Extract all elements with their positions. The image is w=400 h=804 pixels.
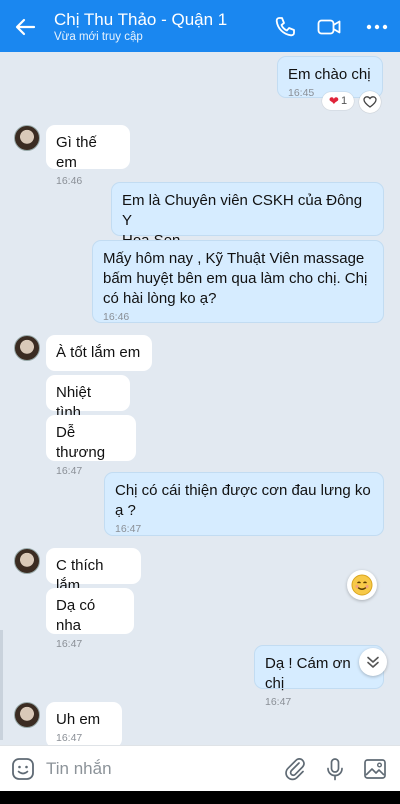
- message-time: 16:47: [56, 732, 83, 744]
- message-time: 16:47: [265, 696, 292, 708]
- message-outgoing[interactable]: Em là Chuyên viên CSKH của Đông Y Hoa Se…: [111, 182, 384, 249]
- message-outgoing[interactable]: Chị có cái thiện được cơn đau lưng ko ạ …: [104, 472, 384, 536]
- back-arrow-icon[interactable]: [10, 12, 40, 42]
- message-text: Gì thế em: [56, 134, 97, 171]
- avatar[interactable]: [14, 702, 40, 728]
- microphone-icon[interactable]: [322, 756, 348, 782]
- scrollbar[interactable]: [0, 630, 3, 740]
- system-nav-bar: [0, 791, 400, 804]
- avatar[interactable]: [14, 125, 40, 151]
- contact-name[interactable]: Chị Thu Thảo - Quận 1: [54, 10, 227, 30]
- message-time: 16:47: [115, 523, 142, 535]
- contact-status: Vừa mới truy cập: [54, 31, 143, 43]
- attachment-icon[interactable]: [282, 756, 308, 782]
- scroll-to-bottom-button[interactable]: [359, 648, 387, 676]
- sticker-icon[interactable]: [10, 756, 36, 782]
- reaction-count: 1: [340, 95, 348, 107]
- video-call-icon[interactable]: [316, 14, 342, 40]
- message-incoming[interactable]: C thích lắm: [46, 548, 141, 594]
- more-icon[interactable]: [364, 14, 390, 40]
- message-text: Uh em: [56, 711, 101, 728]
- message-outgoing[interactable]: Mấy hôm nay , Kỹ Thuật Viên massage bấm …: [92, 240, 384, 323]
- message-incoming[interactable]: Gì thế em 16:46: [46, 125, 130, 187]
- avatar[interactable]: [14, 335, 40, 361]
- message-text: Dễ thương: [56, 424, 106, 461]
- message-incoming[interactable]: Uh em 16:47: [46, 702, 122, 745]
- message-incoming[interactable]: Dạ có nha 16:47: [46, 588, 134, 650]
- heart-outline-icon: [363, 96, 377, 108]
- message-text: Chị có cái thiện được cơn đau lưng ko ạ …: [115, 482, 371, 519]
- message-text: À tốt lắm em: [56, 344, 141, 361]
- message-incoming[interactable]: À tốt lắm em: [46, 335, 152, 371]
- message-text: Dạ có nha: [56, 597, 96, 634]
- smiley-icon: [351, 574, 373, 596]
- quick-emoji-button[interactable]: [347, 570, 377, 600]
- phone-icon[interactable]: [272, 14, 298, 40]
- message-list[interactable]: Em chào chị 16:45 Gì thế em 16:46 Em là …: [0, 52, 400, 745]
- message-time: 16:46: [56, 175, 83, 187]
- image-icon[interactable]: [362, 756, 388, 782]
- message-text: Em chào chị: [288, 66, 371, 83]
- chat-header: Chị Thu Thảo - Quận 1 Vừa mới truy cập: [0, 0, 400, 52]
- message-input[interactable]: Tin nhắn: [46, 759, 112, 779]
- react-button[interactable]: [359, 91, 381, 113]
- message-time: 16:46: [103, 311, 130, 323]
- avatar[interactable]: [14, 548, 40, 574]
- reaction-badge[interactable]: ❤ 1: [322, 92, 354, 110]
- message-incoming[interactable]: Dễ thương 16:47: [46, 415, 136, 477]
- double-chevron-down-icon: [367, 656, 379, 668]
- message-composer: Tin nhắn: [0, 745, 400, 791]
- message-incoming[interactable]: Nhiệt tình: [46, 375, 130, 421]
- message-time: 16:47: [56, 638, 83, 650]
- message-text: Dạ ! Cám ơn chị: [265, 655, 351, 692]
- heart-icon: ❤: [328, 94, 339, 108]
- message-text: Mấy hôm nay , Kỹ Thuật Viên massage bấm …: [103, 250, 368, 307]
